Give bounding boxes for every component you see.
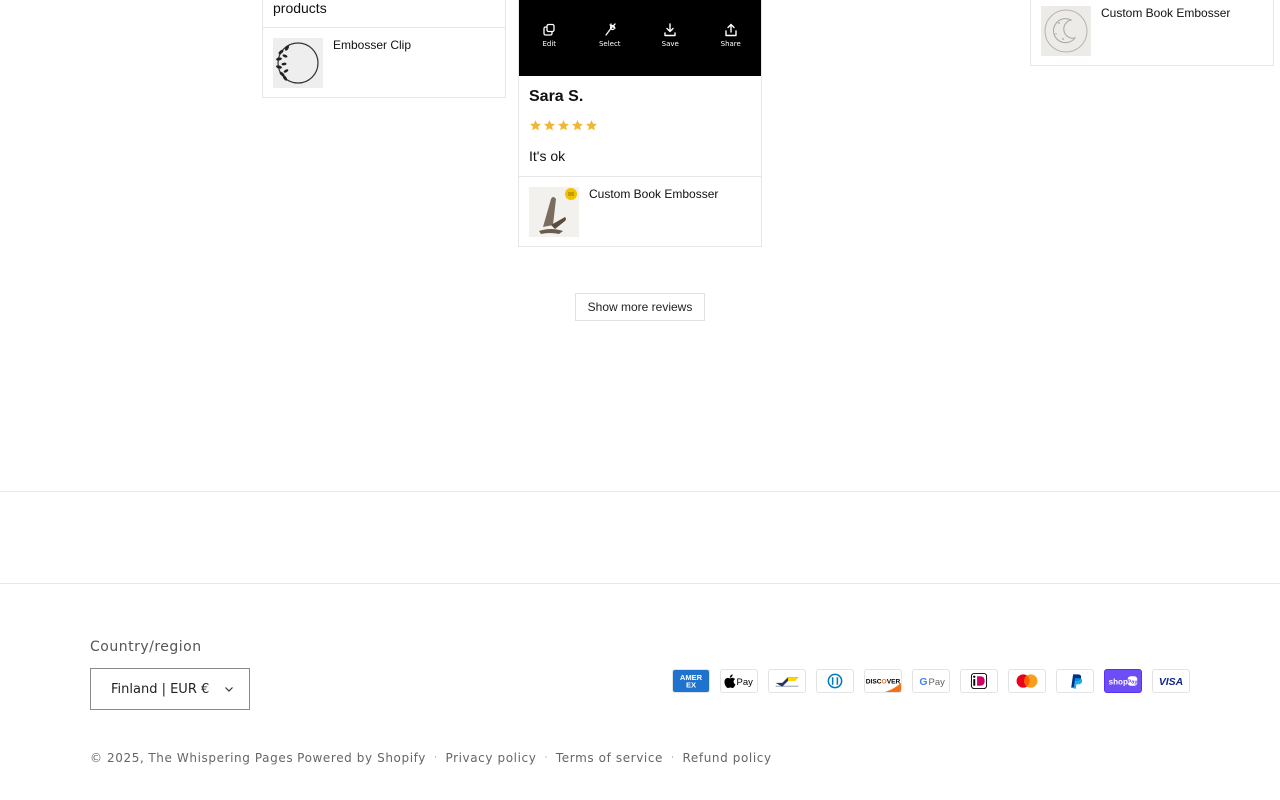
diners-club-icon <box>816 669 854 693</box>
svg-text:DISCOVER: DISCOVER <box>866 678 901 685</box>
photo-tool-label: Select <box>598 40 621 48</box>
card-divider <box>263 27 505 28</box>
star-icon <box>530 120 541 131</box>
select-icon <box>605 23 616 36</box>
review-photo[interactable]: Edit Select Save Share <box>519 0 761 76</box>
google-pay-icon: G Pay <box>912 669 950 693</box>
product-name: Custom Book Embosser <box>589 187 719 201</box>
card-divider <box>519 176 761 177</box>
bancontact-icon <box>768 669 806 693</box>
product-thumbnail-custom-book-embosser <box>529 187 579 237</box>
review-text: It's ok <box>529 148 566 164</box>
chevron-down-icon <box>225 687 233 692</box>
shop-pay-icon: shop Pay <box>1104 669 1142 693</box>
svg-text:VISA: VISA <box>1159 677 1183 688</box>
edit-icon <box>543 23 555 36</box>
link-separator: · <box>433 753 438 763</box>
product-thumbnail-custom-book-embosser <box>1041 6 1091 56</box>
star-icon <box>572 120 583 131</box>
photo-tool-share: Share <box>711 23 751 48</box>
photo-toolbar: Edit Select Save Share <box>519 23 761 48</box>
payment-methods: AMER EX Pay DISCOVER G Pay shop Pay VISA <box>672 669 1190 693</box>
terms-of-service-link[interactable]: Terms of service <box>556 751 663 765</box>
mastercard-icon <box>1008 669 1046 693</box>
country-region-label: Country/region <box>90 639 202 655</box>
store-name-link[interactable]: The Whispering Pages <box>148 751 293 765</box>
svg-text:Pay: Pay <box>929 677 946 688</box>
link-separator: · <box>544 753 548 763</box>
product-name: Custom Book Embosser <box>1101 6 1231 20</box>
powered-by-shopify-link[interactable]: Powered by Shopify <box>297 751 426 765</box>
ideal-icon <box>960 669 998 693</box>
discover-icon: DISCOVER <box>864 669 902 693</box>
star-rating <box>529 119 598 132</box>
paypal-icon <box>1056 669 1094 693</box>
svg-text:G: G <box>919 677 927 688</box>
photo-tool-label: Edit <box>542 40 557 48</box>
share-icon <box>725 23 737 37</box>
footer-divider <box>0 583 1280 584</box>
review-card-left: products Embosser Clip <box>262 0 506 98</box>
product-name: Embosser Clip <box>333 38 412 52</box>
privacy-policy-link[interactable]: Privacy policy <box>445 751 536 765</box>
svg-text:Pay: Pay <box>1127 679 1138 685</box>
apple-pay-icon: Pay <box>720 669 758 693</box>
refund-policy-link[interactable]: Refund policy <box>683 751 772 765</box>
star-icon <box>558 120 569 131</box>
card-top-text: products <box>273 0 327 16</box>
download-icon <box>664 23 676 37</box>
copyright-text: © 2025, <box>90 751 145 765</box>
photo-tool-label: Save <box>661 40 679 48</box>
review-card-middle: Edit Select Save Share Sara S. It's ok C… <box>518 0 762 247</box>
review-card-right: Custom Book Embosser <box>1030 0 1274 66</box>
reviewed-product-link[interactable]: Custom Book Embosser <box>1041 6 1230 56</box>
section-divider <box>0 491 1280 492</box>
photo-tool-edit: Edit <box>529 23 569 48</box>
reviewed-product-link[interactable]: Embosser Clip <box>273 38 411 88</box>
photo-tool-label: Share <box>720 40 741 48</box>
link-separator: · <box>671 753 675 763</box>
country-region-selector[interactable]: Finland | EUR € <box>90 668 250 710</box>
visa-icon: VISA <box>1152 669 1190 693</box>
star-icon <box>544 120 555 131</box>
svg-text:EX: EX <box>686 681 696 690</box>
reviewer-name: Sara S. <box>529 88 584 105</box>
star-icon <box>586 120 597 131</box>
footer-legal-links: © 2025, The Whispering Pages Powered by … <box>90 751 772 765</box>
photo-tool-save: Save <box>650 23 690 48</box>
show-more-reviews-button[interactable]: Show more reviews <box>575 293 705 321</box>
photo-tool-select: Select <box>590 23 630 48</box>
product-thumbnail-embosser-clip <box>273 38 323 88</box>
reviewed-product-link[interactable]: Custom Book Embosser <box>529 187 718 237</box>
country-region-value: Finland | EUR € <box>111 681 210 697</box>
svg-text:shop: shop <box>1109 677 1128 686</box>
svg-text:Pay: Pay <box>737 677 754 688</box>
amex-icon: AMER EX <box>672 669 710 693</box>
